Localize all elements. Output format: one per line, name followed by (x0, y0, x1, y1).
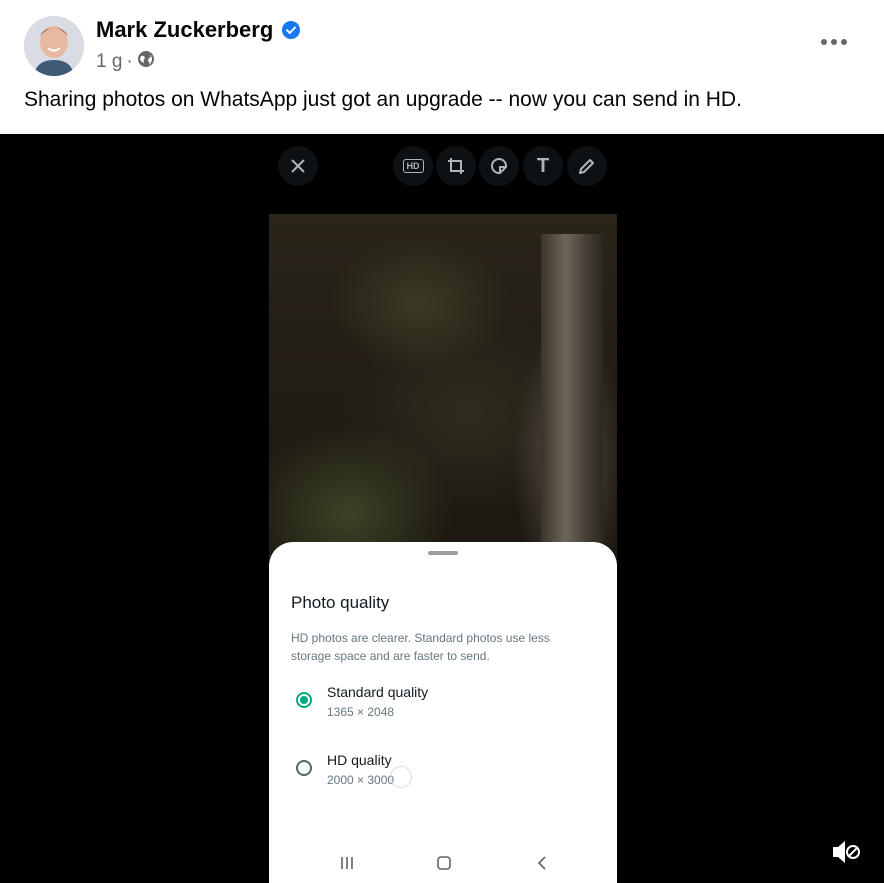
photo-preview (269, 214, 617, 584)
globe-icon (137, 50, 155, 74)
hd-button[interactable]: HD (393, 146, 433, 186)
text-icon: T (536, 154, 550, 177)
tree-trunk (541, 234, 603, 584)
option-label: Standard quality (327, 684, 429, 700)
post-text: Sharing photos on WhatsApp just got an u… (24, 88, 742, 111)
home-icon (437, 856, 451, 870)
dot-icon (821, 39, 827, 45)
post-header: Mark Zuckerberg 1 g · Sharing photos on … (0, 0, 884, 134)
draw-button[interactable] (567, 146, 607, 186)
option-resolution: 1365 × 2048 (327, 705, 395, 719)
crop-rotate-button[interactable] (436, 146, 476, 186)
back-chevron-icon (537, 856, 546, 870)
drag-handle[interactable] (428, 551, 458, 555)
editor-toolbar: HD T (0, 134, 884, 196)
option-label: HD quality (327, 752, 392, 768)
photo-quality-sheet: Photo quality HD photos are clearer. Sta… (269, 542, 617, 883)
video-player[interactable]: HD T Photo quality HD photos are clearer… (0, 134, 884, 883)
recents-button[interactable] (332, 852, 362, 874)
home-button[interactable] (429, 852, 459, 874)
avatar[interactable] (24, 16, 84, 76)
sticker-icon (490, 158, 507, 174)
post-time[interactable]: 1 g (96, 51, 122, 73)
post-meta: 1 g · (96, 50, 155, 74)
author-name-row: Mark Zuckerberg (96, 17, 301, 43)
option-resolution: 2000 × 3000 (327, 773, 395, 787)
sheet-title: Photo quality (291, 593, 390, 612)
android-nav-bar (269, 842, 617, 883)
author-name[interactable]: Mark Zuckerberg (96, 17, 273, 43)
back-button[interactable] (527, 852, 557, 874)
recents-icon (341, 857, 353, 869)
radio-unselected-icon[interactable] (296, 760, 312, 776)
close-icon (291, 159, 305, 173)
standard-quality-option[interactable]: Standard quality 1365 × 2048 (291, 682, 591, 726)
hd-icon: HD (402, 159, 424, 173)
hd-quality-option[interactable]: HD quality 2000 × 3000 (291, 750, 591, 794)
pencil-icon (579, 159, 594, 174)
speaker-muted-icon (833, 841, 860, 863)
close-button[interactable] (278, 146, 318, 186)
dot-icon (841, 39, 847, 45)
meta-separator: · (126, 51, 133, 72)
more-options-button[interactable] (810, 24, 858, 60)
radio-selected-icon[interactable] (296, 692, 312, 708)
sheet-description: HD photos are clearer. Standard photos u… (291, 631, 550, 663)
verified-badge-icon (281, 20, 301, 40)
crop-rotate-icon (448, 158, 464, 174)
text-button[interactable]: T (523, 146, 563, 186)
mute-button[interactable] (826, 834, 866, 870)
dot-icon (831, 39, 837, 45)
sticker-button[interactable] (479, 146, 519, 186)
touch-ripple (390, 766, 412, 788)
